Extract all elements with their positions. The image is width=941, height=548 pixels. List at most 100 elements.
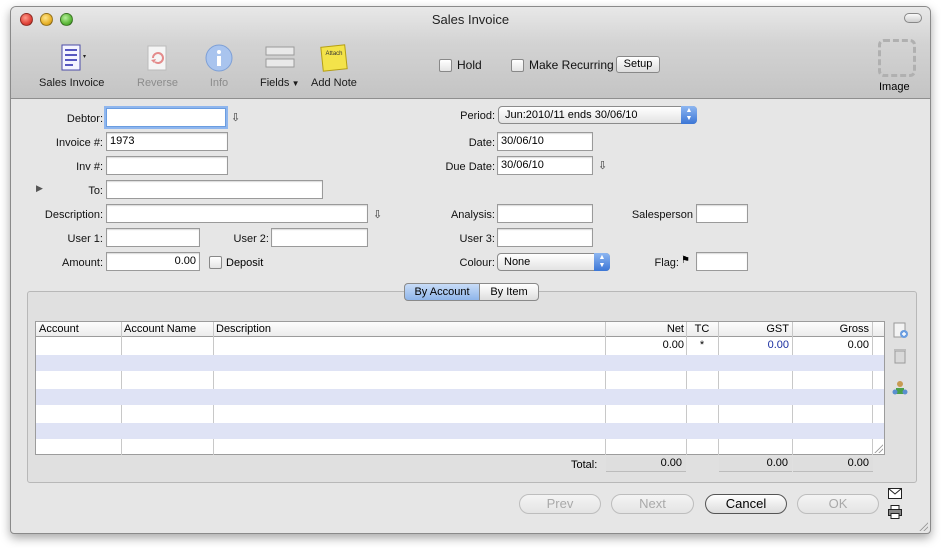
table-row[interactable] [36,440,884,456]
debtor-lookup-arrow-icon[interactable]: ⇩ [231,111,240,124]
titlebar-toolbar: Sales Invoice Sales Invoice Reverse Info… [11,7,930,99]
salesperson-field[interactable] [696,204,748,223]
to-field[interactable] [106,180,323,199]
cell-tc[interactable]: * [688,339,716,351]
user1-label: User 1: [67,233,103,245]
image-well[interactable] [878,39,916,77]
column-header-tc[interactable]: TC [688,323,716,335]
cancel-button[interactable]: Cancel [705,494,787,514]
sales-invoice-tool[interactable]: Sales Invoice [39,43,104,89]
column-header-account[interactable]: Account [39,323,79,335]
sticky-note-icon: Attach [319,43,349,73]
delete-line-icon[interactable] [891,347,909,365]
make-recurring-checkbox[interactable] [511,58,524,72]
hold-checkbox[interactable] [439,58,452,72]
hold-checkbox-group[interactable]: Hold [439,58,482,72]
amount-field[interactable]: 0.00 [106,252,200,271]
reverse-label: Reverse [137,77,178,89]
colour-label: Colour: [459,257,495,269]
info-label: Info [209,77,229,89]
email-icon[interactable] [888,488,902,502]
total-net: 0.00 [606,457,686,472]
prev-button[interactable]: Prev [519,494,601,514]
table-row[interactable] [36,355,884,371]
table-row[interactable] [36,389,884,405]
user3-field[interactable] [497,228,593,247]
window-title: Sales Invoice [431,12,510,27]
invoice-number-field[interactable]: 1973 [106,132,228,151]
hold-label: Hold [457,58,482,72]
user3-label: User 3: [459,233,495,245]
make-recurring-checkbox-group[interactable]: Make Recurring [511,58,614,72]
grid-header: Account Account Name Description Net TC … [36,322,884,337]
toolbar-toggle-button[interactable] [904,13,922,23]
period-popup[interactable]: Jun:2010/11 ends 30/06/10 ▲ ▼ [498,106,697,124]
deposit-checkbox-group[interactable]: Deposit [209,256,263,269]
deposit-checkbox[interactable] [209,256,222,269]
column-header-net[interactable]: Net [636,323,684,335]
description-field[interactable] [106,204,368,223]
column-header-description[interactable]: Description [216,323,271,335]
reverse-icon [142,43,172,73]
amount-label: Amount: [62,257,103,269]
window-resize-grip-icon[interactable] [918,521,928,531]
date-field[interactable]: 30/06/10 [497,132,593,151]
total-gross: 0.00 [793,457,873,472]
period-label: Period: [460,110,495,122]
cell-gross[interactable]: 0.00 [806,339,869,351]
description-lookup-arrow-icon[interactable]: ⇩ [373,208,382,221]
due-date-field[interactable]: 30/06/10 [497,156,593,175]
add-note-label: Add Note [311,77,357,89]
inv-number-label: Inv #: [76,161,103,173]
sales-invoice-window: Sales Invoice Sales Invoice Reverse Info… [10,6,931,534]
column-header-gst[interactable]: GST [736,323,789,335]
add-note-tool[interactable]: Attach Add Note [311,43,357,89]
user2-field[interactable] [271,228,368,247]
invoice-document-icon [57,43,87,73]
analysis-field[interactable] [497,204,593,223]
table-row[interactable]: 0.00 * 0.00 0.00 [36,338,884,354]
popup-arrows-icon: ▲ ▼ [681,106,697,124]
fields-tool[interactable]: Fields ▼ [260,43,299,89]
ok-button[interactable]: OK [797,494,879,514]
grid-resize-grip-icon[interactable] [873,443,883,453]
debtor-field[interactable] [106,108,226,127]
analysis-label: Analysis: [450,209,495,221]
line-items-grid[interactable]: Account Account Name Description Net TC … [35,321,885,455]
flag-field[interactable] [696,252,748,271]
cell-net[interactable]: 0.00 [636,339,684,351]
colour-popup[interactable]: None ▲ ▼ [497,253,610,271]
user2-label: User 2: [233,233,269,245]
tab-by-item[interactable]: By Item [479,283,539,301]
info-tool[interactable]: Info [204,43,234,89]
flag-icon: ⚑ [681,255,690,266]
sales-invoice-label: Sales Invoice [39,77,105,89]
table-row[interactable] [36,406,884,422]
fields-icon [265,43,295,73]
table-row[interactable] [36,372,884,388]
next-button[interactable]: Next [611,494,694,514]
fields-label: Fields [260,77,290,89]
to-disclosure-triangle-icon[interactable]: ▶ [36,183,43,194]
table-row[interactable] [36,423,884,439]
salesperson-label: Salesperson [631,209,693,221]
allocate-people-icon[interactable] [891,379,909,397]
setup-button[interactable]: Setup [616,56,660,73]
invoice-number-label: Invoice #: [55,137,103,149]
add-line-icon[interactable] [891,321,909,339]
inv-number-field[interactable] [106,156,228,175]
column-header-gross[interactable]: Gross [806,323,869,335]
tab-by-account[interactable]: By Account [404,283,480,301]
popup-arrows-icon: ▲ ▼ [594,253,610,271]
make-recurring-label: Make Recurring [529,58,614,72]
description-label: Description: [44,209,103,221]
print-icon[interactable] [888,505,902,522]
date-label: Date: [468,137,495,149]
cell-gst[interactable]: 0.00 [736,339,789,351]
info-icon [204,43,234,73]
reverse-tool[interactable]: Reverse [137,43,178,89]
colour-value: None [504,256,531,268]
user1-field[interactable] [106,228,200,247]
due-date-lookup-arrow-icon[interactable]: ⇩ [598,159,607,172]
column-header-account-name[interactable]: Account Name [124,323,196,335]
